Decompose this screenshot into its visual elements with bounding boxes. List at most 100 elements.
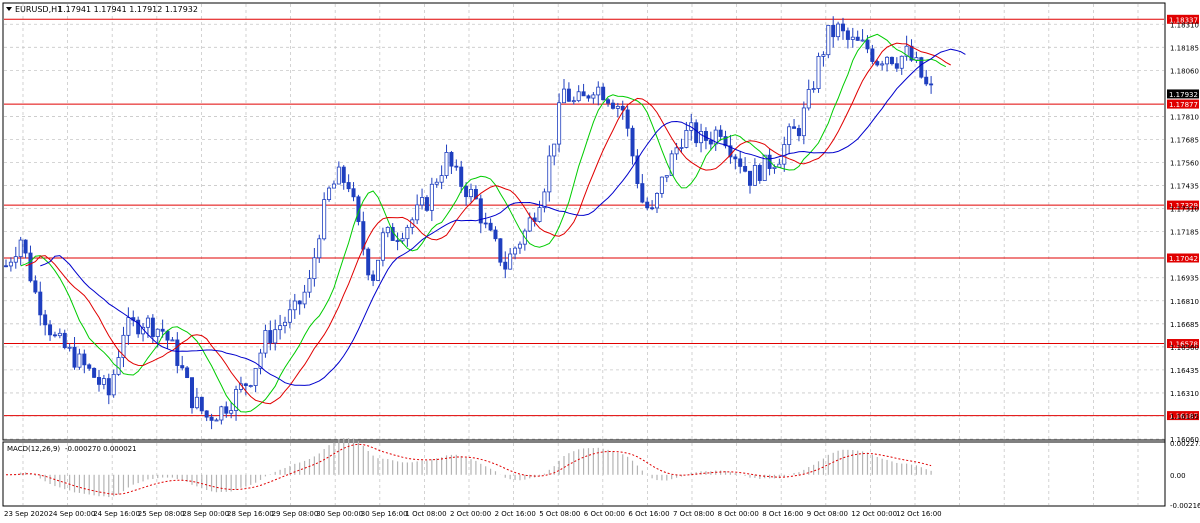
candle-body — [145, 317, 150, 328]
candle-body — [420, 197, 425, 206]
time-tick-label: 25 Sep 08:00 — [138, 510, 185, 518]
candle-body — [811, 88, 816, 90]
candle-body — [155, 328, 160, 337]
time-tick-label: 12 Oct 00:00 — [851, 510, 897, 518]
price-tick-label: 1.17810 — [1170, 113, 1199, 121]
time-tick-label: 6 Oct 16:00 — [628, 510, 669, 518]
candle-body — [405, 226, 410, 240]
candle-body — [82, 353, 87, 366]
price-tick-label: 1.18060 — [1170, 67, 1199, 75]
candle-body — [581, 91, 586, 97]
candle-body — [708, 140, 713, 145]
macd-values: -0.000270 0.000021 — [65, 445, 137, 453]
candle-body — [268, 330, 273, 344]
candle-body — [562, 88, 567, 104]
candle-body — [87, 364, 92, 369]
candle-body — [322, 199, 327, 240]
time-tick-label: 9 Oct 08:00 — [807, 510, 848, 518]
candle-body — [106, 378, 111, 396]
candle-body — [341, 166, 346, 183]
price-tick-label: 1.17310 — [1170, 206, 1199, 214]
candle-body — [645, 201, 650, 209]
candle-body — [924, 76, 929, 85]
time-tick-label: 30 Sep 00:00 — [316, 510, 363, 518]
candle-body — [111, 373, 116, 396]
price-tick-label: 1.16935 — [1170, 275, 1199, 283]
candle-body — [72, 346, 77, 368]
level-label: 1.17042 — [1169, 255, 1198, 263]
candle-body — [591, 94, 596, 99]
candle-body — [439, 175, 444, 183]
candle-body — [424, 197, 429, 211]
current-price-label: 1.17932 — [1169, 91, 1198, 99]
candle-body — [772, 166, 777, 169]
candle-body — [468, 188, 473, 198]
candle-body — [253, 367, 258, 386]
candle-body — [101, 378, 106, 385]
candle-body — [929, 83, 934, 86]
price-tick-label: 1.16310 — [1170, 390, 1199, 398]
candle-body — [67, 346, 72, 349]
price-tick-label: 1.17185 — [1170, 229, 1199, 237]
time-tick-label: 1 Oct 08:00 — [405, 510, 446, 518]
candle-body — [116, 357, 121, 375]
candle-body — [282, 321, 287, 327]
candle-body — [483, 222, 488, 225]
candle-body — [273, 329, 278, 344]
time-tick-label: 29 Sep 08:00 — [272, 510, 319, 518]
candle-body — [850, 36, 855, 40]
candle-body — [165, 330, 170, 341]
candle-body — [508, 253, 513, 270]
price-tick-label: 1.16685 — [1170, 321, 1199, 329]
candle-body — [664, 175, 669, 178]
candle-body — [899, 55, 904, 69]
macd-tick-label: 0.00 — [1170, 472, 1186, 480]
candle-body — [527, 217, 532, 232]
candle-body — [297, 300, 302, 305]
time-tick-label: 28 Sep 00:00 — [182, 510, 229, 518]
candle-body — [52, 334, 57, 337]
candle-body — [674, 147, 679, 155]
macd-label: MACD(12,26,9) — [7, 445, 60, 453]
price-tick-label: 1.17685 — [1170, 136, 1199, 144]
candle-body — [292, 300, 297, 311]
price-tick-label: 1.16435 — [1170, 367, 1199, 375]
candle-body — [615, 105, 620, 109]
candle-body — [601, 86, 606, 101]
candle-body — [38, 291, 43, 316]
candle-body — [889, 56, 894, 65]
candle-body — [199, 396, 204, 412]
candle-body — [371, 274, 376, 281]
candle-body — [380, 232, 385, 261]
candle-body — [845, 30, 850, 40]
candle-body — [870, 48, 875, 62]
candle-body — [513, 247, 518, 255]
candle-body — [62, 332, 67, 349]
candle-body — [375, 259, 380, 281]
candle-body — [400, 238, 405, 242]
symbol-title: EURUSD,H1 — [15, 5, 62, 14]
candle-body — [454, 165, 459, 168]
candle-body — [229, 410, 234, 414]
candle-body — [150, 317, 155, 337]
candle-body — [821, 54, 826, 57]
candle-body — [493, 229, 498, 240]
candle-body — [684, 130, 689, 148]
candle-body — [459, 166, 464, 187]
candle-body — [23, 239, 28, 254]
candle-body — [816, 56, 821, 89]
candle-body — [606, 99, 611, 104]
candle-body — [894, 63, 899, 69]
chart-header: EURUSD,H1 1.17941 1.17941 1.17912 1.1793… — [6, 5, 198, 14]
candle-body — [659, 176, 664, 194]
candle-body — [885, 56, 890, 65]
price-chart[interactable]: 1.183371.178771.173291.170421.165781.161… — [0, 0, 1200, 523]
candle-body — [792, 126, 797, 129]
candle-body — [557, 102, 562, 145]
candle-body — [317, 238, 322, 259]
candle-body — [8, 261, 13, 267]
candle-body — [787, 126, 792, 145]
candle-body — [875, 61, 880, 66]
candle-body — [92, 367, 97, 378]
candle-body — [679, 147, 684, 149]
